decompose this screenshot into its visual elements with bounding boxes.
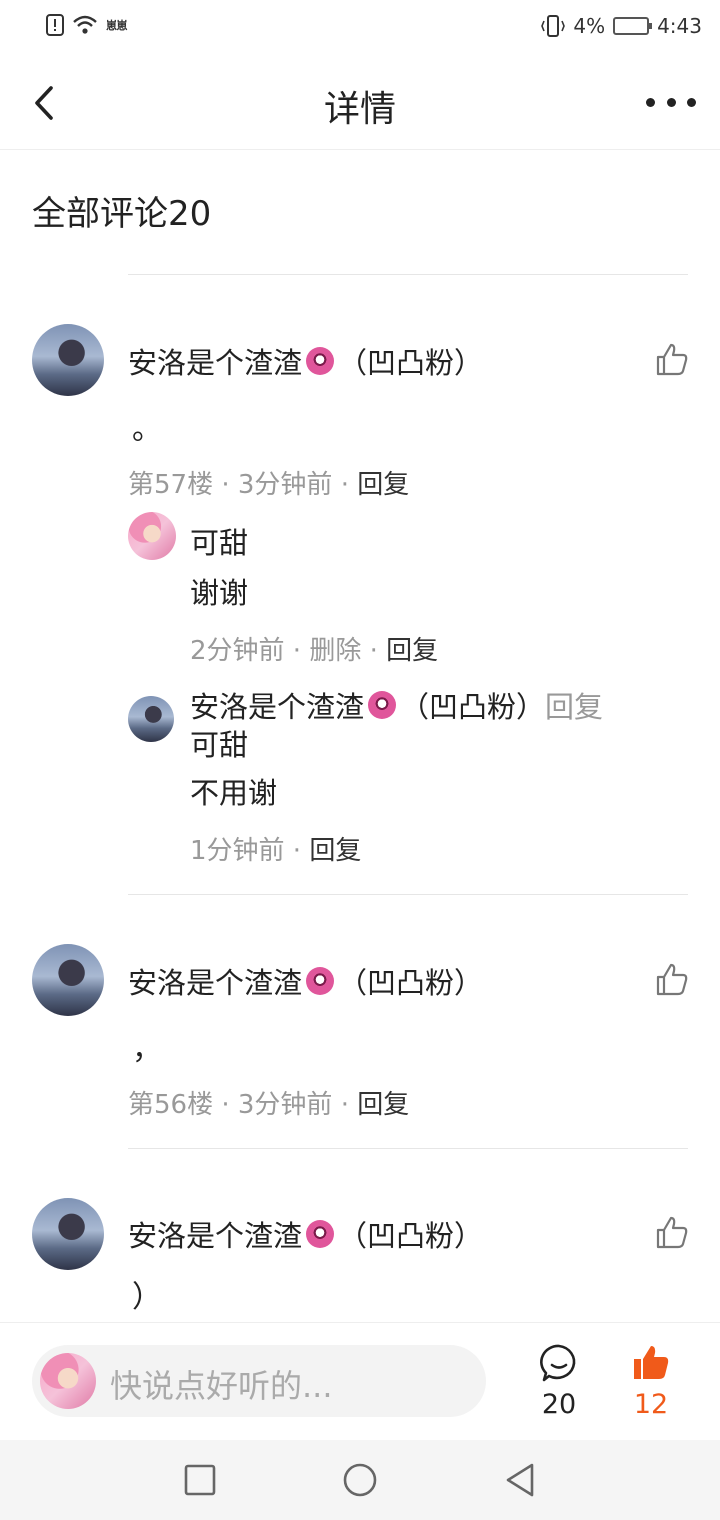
alert-icon	[46, 14, 64, 36]
author-name: 安洛是个渣渣	[128, 1219, 303, 1253]
reply-button[interactable]: 回复	[386, 636, 438, 666]
system-nav-bar	[0, 1440, 720, 1520]
comment-bubble-icon	[540, 1344, 576, 1382]
thumbs-up-icon[interactable]	[654, 962, 690, 998]
status-bar: ᠎崽崽 4% 4:43	[0, 0, 720, 56]
reply-author[interactable]: 安洛是个渣渣 （凹凸粉） 回复	[190, 684, 603, 726]
monster-badge-icon	[306, 1220, 335, 1248]
reply-button[interactable]: 回复	[309, 836, 361, 866]
reply-button[interactable]: 回复	[357, 470, 409, 500]
thumbs-up-icon[interactable]	[654, 342, 690, 378]
reply-meta: 2分钟前 · 删除 · 回复	[190, 636, 439, 666]
comment-author[interactable]: 安洛是个渣渣 （凹凸粉）	[128, 960, 483, 1002]
input-placeholder: 快说点好听的...	[110, 1367, 333, 1405]
like-count-button[interactable]: 12	[626, 1343, 676, 1420]
reply-author[interactable]: 可甜	[190, 520, 248, 562]
author-suffix: （凹凸粉）	[400, 690, 546, 724]
avatar[interactable]	[32, 1198, 104, 1270]
delete-button[interactable]: 删除	[309, 636, 361, 666]
vibrate-icon	[541, 15, 566, 37]
monster-badge-icon	[306, 347, 335, 375]
avatar	[40, 1353, 96, 1409]
avatar[interactable]	[128, 696, 174, 742]
like-count: 12	[633, 1389, 669, 1420]
reply-target[interactable]: 可甜	[190, 722, 248, 764]
reply-meta: 1分钟前 · 回复	[190, 836, 362, 866]
reply-text: 不用谢	[190, 776, 278, 810]
floor-number: 第57楼	[128, 470, 214, 500]
thumbs-up-icon[interactable]	[654, 1215, 690, 1251]
more-dot-icon	[666, 97, 676, 107]
comment-author[interactable]: 安洛是个渣渣 （凹凸粉）	[128, 1213, 483, 1255]
comment-input[interactable]: 快说点好听的...	[32, 1345, 486, 1417]
divider	[128, 894, 688, 895]
monster-badge-icon	[306, 967, 335, 995]
more-dot-icon	[646, 97, 655, 107]
comment-time: 3分钟前	[237, 1090, 333, 1120]
comment-meta: 第56楼 · 3分钟前 · 回复	[128, 1090, 410, 1120]
author-suffix: （凹凸粉）	[338, 966, 484, 1000]
avatar[interactable]	[32, 324, 104, 396]
monster-badge-icon	[368, 691, 397, 719]
comment-author[interactable]: 安洛是个渣渣 （凹凸粉）	[128, 340, 483, 382]
comment-meta: 第57楼 · 3分钟前 · 回复	[128, 470, 410, 500]
divider	[128, 274, 688, 275]
comments-section-title: 全部评论20	[32, 194, 212, 234]
clock: 4:43	[657, 14, 702, 38]
reply-button[interactable]: 回复	[357, 1090, 409, 1120]
home-icon[interactable]	[340, 1460, 380, 1500]
author-suffix: （凹凸粉）	[338, 346, 484, 380]
network-label: ᠎崽崽	[106, 19, 128, 32]
reply-to-label: 回复	[545, 690, 604, 724]
comment-count: 20	[541, 1389, 577, 1420]
comment-count-button[interactable]: 20	[534, 1343, 584, 1420]
page-title: 详情	[323, 89, 396, 130]
avatar[interactable]	[32, 944, 104, 1016]
comment-time: 3分钟前	[237, 470, 333, 500]
battery-icon	[613, 17, 653, 35]
more-dot-icon	[687, 97, 696, 107]
comment-text: 。	[132, 412, 162, 447]
floor-number: 第56楼	[128, 1090, 214, 1120]
avatar[interactable]	[128, 512, 176, 560]
more-options-button[interactable]	[646, 82, 696, 122]
wifi-icon	[73, 15, 97, 34]
recent-apps-icon[interactable]	[180, 1460, 220, 1500]
header: 详情	[0, 56, 720, 150]
battery-percent: 4%	[573, 14, 606, 38]
reply-time: 1分钟前	[190, 836, 285, 866]
author-name: 安洛是个渣渣	[128, 966, 303, 1000]
author-name: 安洛是个渣渣	[128, 346, 303, 380]
comment-input-bar: 快说点好听的... 20 12	[0, 1322, 720, 1440]
author-suffix: （凹凸粉）	[338, 1219, 484, 1253]
reply-text: 谢谢	[190, 576, 249, 610]
author-name: 安洛是个渣渣	[190, 690, 365, 724]
thumbs-up-filled-icon	[634, 1346, 669, 1379]
divider	[128, 1148, 688, 1149]
comment-text: ，	[132, 1032, 162, 1067]
reply-time: 2分钟前	[190, 636, 285, 666]
comment-text: ）	[132, 1280, 162, 1315]
back-triangle-icon[interactable]	[500, 1460, 540, 1500]
